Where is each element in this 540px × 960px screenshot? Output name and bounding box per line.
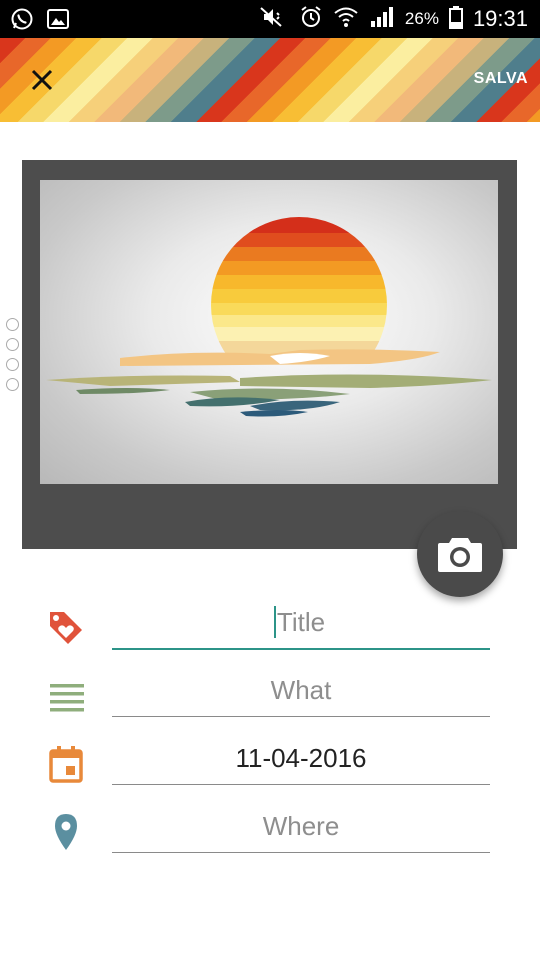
close-icon <box>31 69 53 91</box>
where-placeholder: Where <box>262 811 340 841</box>
lines-icon <box>50 684 84 712</box>
alarm-icon <box>299 5 323 34</box>
app-header: SALVA <box>0 38 540 122</box>
save-button[interactable]: SALVA <box>474 70 528 88</box>
close-button[interactable] <box>22 60 62 100</box>
calendar-icon <box>49 746 83 783</box>
gallery-icon <box>46 7 70 36</box>
date-value: 11-04-2016 <box>235 743 367 773</box>
what-row-icon <box>46 676 86 716</box>
mute-icon <box>259 5 289 34</box>
image-preview-card[interactable] <box>22 160 517 549</box>
title-row-icon <box>46 608 86 648</box>
status-bar: 26% 19:31 <box>0 0 540 38</box>
page-dot <box>6 378 19 391</box>
clock: 19:31 <box>472 6 528 31</box>
sunset-illustration <box>40 180 498 484</box>
page-dot <box>6 338 19 351</box>
text-cursor <box>274 606 276 638</box>
camera-button[interactable] <box>417 511 503 597</box>
date-field[interactable]: 11-04-2016 <box>112 732 490 785</box>
title-field[interactable]: Title <box>112 596 490 650</box>
tag-heart-icon <box>50 612 82 644</box>
whatsapp-icon <box>10 7 34 36</box>
camera-icon <box>438 538 482 572</box>
signal-icon <box>369 5 395 34</box>
page-dots <box>6 318 19 398</box>
battery-percent: 26% <box>404 9 439 28</box>
title-placeholder: Title <box>276 607 326 637</box>
location-pin-icon <box>55 814 77 850</box>
wifi-icon <box>333 5 359 34</box>
what-field[interactable]: What <box>112 664 490 717</box>
where-row-icon <box>46 812 86 852</box>
date-row-icon <box>46 744 86 784</box>
page-dot <box>6 358 19 371</box>
battery-icon <box>448 5 463 34</box>
page-dot <box>6 318 19 331</box>
where-field[interactable]: Where <box>112 800 490 853</box>
what-placeholder: What <box>270 675 332 705</box>
